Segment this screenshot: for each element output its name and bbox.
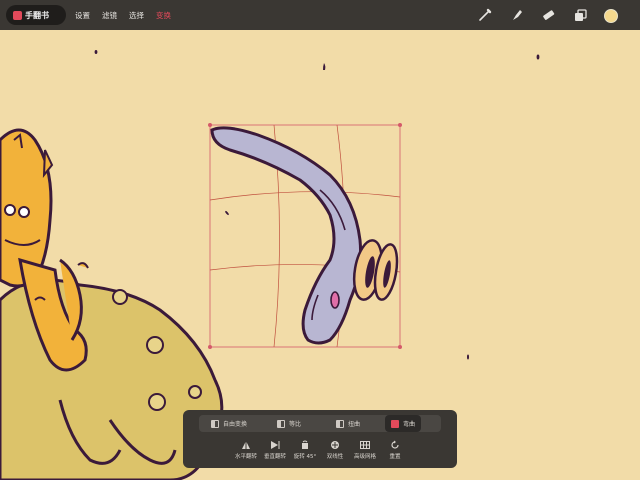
- layers-icon[interactable]: [572, 7, 588, 23]
- gallery-button[interactable]: 手翻书: [6, 5, 66, 25]
- menu-adjustments[interactable]: 滤镜: [102, 10, 117, 21]
- mode-uniform[interactable]: 等比: [277, 415, 301, 432]
- menu-settings[interactable]: 设置: [75, 10, 90, 21]
- selected-artwork: [210, 126, 399, 345]
- menu-transform[interactable]: 变换: [156, 10, 171, 21]
- mode-freeform-label: 自由变换: [223, 421, 248, 428]
- menu-selection[interactable]: 选择: [129, 10, 144, 21]
- app-logo-icon: [13, 10, 22, 20]
- reset-label: 重置: [389, 454, 401, 460]
- gallery-label: 手翻书: [25, 10, 49, 20]
- reset-icon: [391, 440, 399, 449]
- rotate-icon: [302, 440, 308, 449]
- distort-icon: [336, 419, 344, 428]
- flip-horizontal-icon: [242, 442, 250, 449]
- transform-panel: 自由变换 等比 扭曲 弯曲 水平翻转 垂直翻转 旋转 45° 双线性 高级网格: [183, 410, 457, 468]
- freeform-icon: [211, 419, 219, 428]
- reset-button[interactable]: 重置: [377, 440, 413, 460]
- brush-icon[interactable]: [477, 7, 493, 23]
- mode-distort[interactable]: 扭曲: [336, 415, 360, 432]
- eraser-icon[interactable]: [540, 7, 556, 23]
- mode-freeform[interactable]: 自由变换: [211, 415, 247, 432]
- mode-warp-label: 弯曲: [403, 421, 416, 428]
- mesh-grid-icon: [360, 441, 370, 449]
- mode-distort-label: 扭曲: [348, 421, 361, 428]
- transform-mode-strip: 自由变换 等比 扭曲 弯曲: [199, 415, 441, 432]
- mode-uniform-label: 等比: [289, 421, 302, 428]
- uniform-icon: [277, 419, 285, 428]
- flip-vertical-icon: [271, 441, 280, 449]
- mode-warp[interactable]: 弯曲: [385, 415, 422, 432]
- top-toolbar: 手翻书 设置 滤镜 选择 变换: [0, 0, 640, 30]
- smudge-icon[interactable]: [509, 7, 525, 23]
- color-picker-swatch[interactable]: [604, 9, 618, 23]
- bilinear-icon: [331, 441, 339, 449]
- warp-icon: [391, 419, 399, 428]
